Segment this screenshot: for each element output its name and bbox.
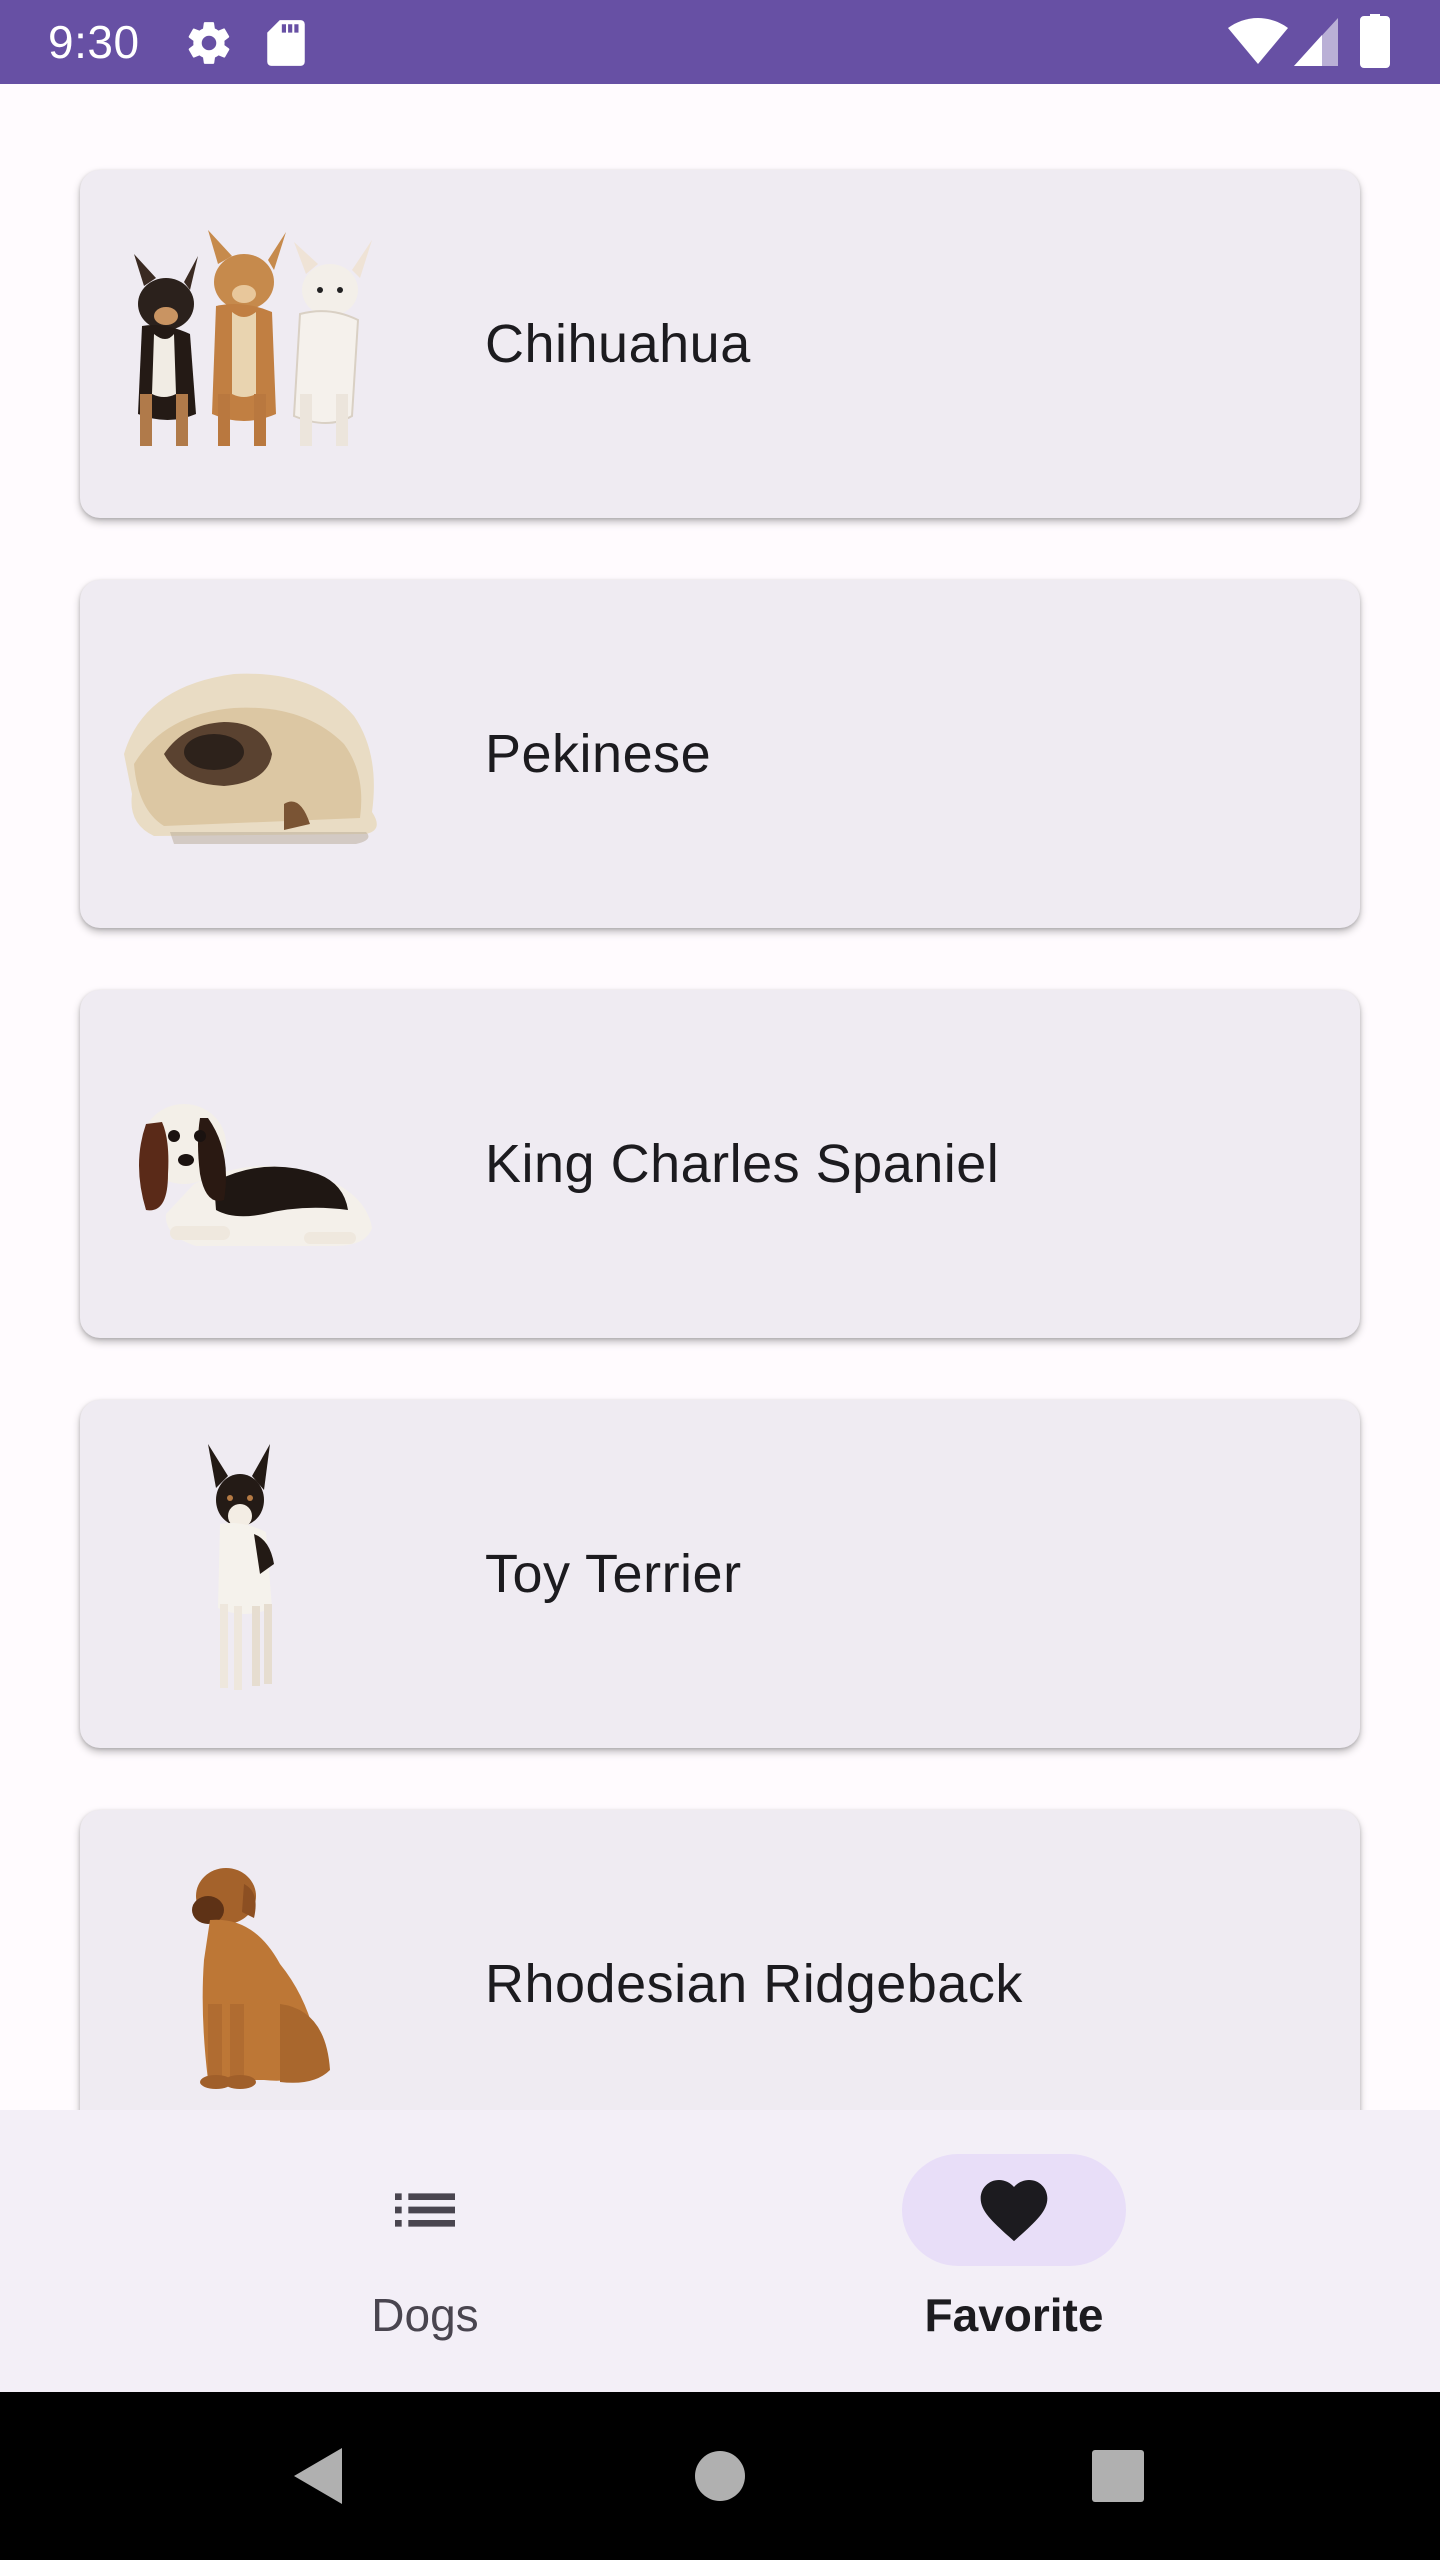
wifi-icon <box>1228 18 1288 64</box>
status-bar: 9:30 <box>0 0 1440 84</box>
nav-item-dogs[interactable]: Dogs <box>275 2110 575 2392</box>
dog-card-king-charles-spaniel[interactable]: King Charles Spaniel <box>80 990 1360 1338</box>
dog-card-rhodesian-ridgeback[interactable]: Rhodesian Ridgeback <box>80 1810 1360 2110</box>
home-icon[interactable] <box>694 2450 746 2502</box>
nav-label-dogs: Dogs <box>371 2289 479 2341</box>
dog-name: Toy Terrier <box>485 1544 742 1604</box>
battery-icon <box>1360 14 1390 68</box>
toy-terrier-image <box>208 1444 274 1690</box>
heart-icon <box>980 2180 1048 2242</box>
system-navigation-bar <box>0 2392 1440 2560</box>
dog-name: Pekinese <box>485 724 712 784</box>
bottom-navigation: Dogs Favorite <box>0 2110 1440 2392</box>
settings-icon <box>188 22 230 64</box>
dog-name: King Charles Spaniel <box>485 1134 1000 1194</box>
dog-card-toy-terrier[interactable]: Toy Terrier <box>80 1400 1360 1748</box>
back-icon[interactable] <box>290 2444 346 2508</box>
dog-name: Rhodesian Ridgeback <box>485 1954 1023 2014</box>
recents-icon[interactable] <box>1092 2450 1144 2502</box>
status-time: 9:30 <box>48 16 140 68</box>
king-charles-spaniel-image <box>139 1104 372 1246</box>
cell-signal-icon <box>1294 18 1338 66</box>
list-icon <box>395 2193 455 2227</box>
rhodesian-ridgeback-image <box>192 1868 330 2089</box>
chihuahua-image <box>134 230 372 446</box>
dog-name: Chihuahua <box>485 314 751 374</box>
pekinese-image <box>124 673 377 844</box>
sd-card-icon <box>267 20 305 66</box>
dog-card-pekinese[interactable]: Pekinese <box>80 580 1360 928</box>
dog-list[interactable]: Chihuahua Pekinese King Charles Spaniel <box>0 84 1440 2110</box>
dog-card-chihuahua[interactable]: Chihuahua <box>80 170 1360 518</box>
nav-label-favorite: Favorite <box>924 2289 1104 2341</box>
nav-item-favorite[interactable]: Favorite <box>864 2110 1164 2392</box>
